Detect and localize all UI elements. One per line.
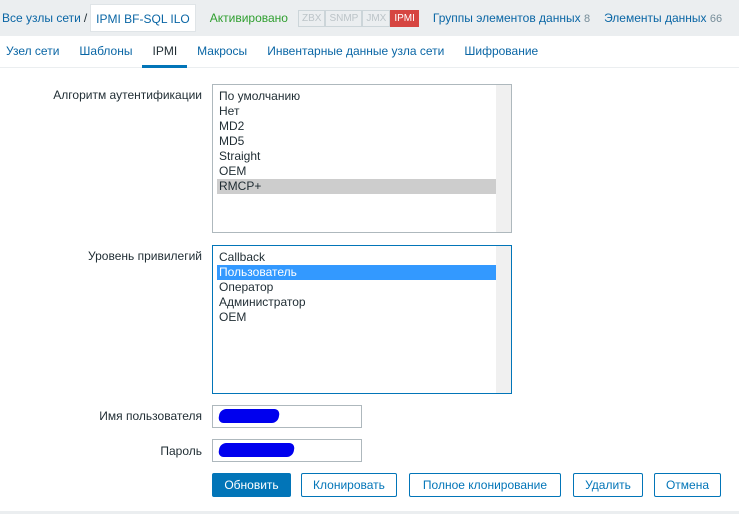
tab-host[interactable]: Узел сети	[0, 36, 69, 68]
tag-zbx: ZBX	[297, 9, 326, 27]
items-link[interactable]: Элементы данных 66	[604, 11, 722, 25]
tab-ipmi[interactable]: IPMI	[142, 36, 188, 68]
auth-option-rmcp-plus[interactable]: RMCP+	[217, 179, 497, 194]
scrollbar[interactable]	[496, 246, 511, 393]
items-count: 66	[709, 13, 723, 25]
auth-option-straight[interactable]: Straight	[217, 149, 497, 164]
priv-option-admin[interactable]: Администратор	[217, 295, 497, 310]
priv-option-operator[interactable]: Оператор	[217, 280, 497, 295]
auth-option-oem[interactable]: OEM	[217, 164, 497, 179]
tag-jmx: JMX	[362, 9, 391, 27]
password-input[interactable]	[212, 439, 362, 462]
clone-button[interactable]: Клонировать	[301, 473, 397, 497]
breadcrumb-separator: /	[83, 11, 88, 25]
scrollbar[interactable]	[496, 85, 511, 232]
item-groups-link[interactable]: Группы элементов данных 8	[433, 11, 590, 25]
privilege-level-listbox[interactable]: Callback Пользователь Оператор Администр…	[212, 245, 512, 394]
auth-algorithm-label: Алгоритм аутентификации	[53, 88, 202, 102]
update-button[interactable]: Обновить	[212, 473, 291, 497]
tag-ipmi: IPMI	[390, 9, 419, 27]
full-clone-button[interactable]: Полное клонирование	[409, 473, 561, 497]
auth-option-md5[interactable]: MD5	[217, 134, 497, 149]
auth-option-default[interactable]: По умолчанию	[217, 89, 497, 104]
availability-tags: ZBX SNMP JMX IPMI	[297, 9, 419, 27]
tab-templates[interactable]: Шаблоны	[69, 36, 142, 68]
redaction-scribble	[217, 443, 296, 457]
auth-option-none[interactable]: Нет	[217, 104, 497, 119]
priv-option-user[interactable]: Пользователь	[217, 265, 497, 280]
priv-option-oem[interactable]: OEM	[217, 310, 497, 325]
breadcrumb-current-host[interactable]: IPMI BF-SQL ILO	[90, 4, 196, 32]
items-label: Элементы данных	[604, 11, 707, 25]
tab-bar: Узел сети Шаблоны IPMI Макросы Инвентарн…	[0, 36, 739, 68]
host-header: Все узлы сети / IPMI BF-SQL ILO Активиро…	[0, 0, 739, 36]
username-input[interactable]	[212, 405, 362, 428]
status-enabled[interactable]: Активировано	[210, 11, 288, 25]
tag-snmp: SNMP	[325, 9, 363, 27]
privilege-level-label: Уровень привилегий	[88, 249, 202, 263]
item-groups-label: Группы элементов данных	[432, 11, 581, 25]
breadcrumb-all-hosts[interactable]: Все узлы сети	[2, 11, 81, 25]
redaction-scribble	[217, 409, 281, 423]
priv-option-callback[interactable]: Callback	[217, 250, 497, 265]
delete-button[interactable]: Удалить	[573, 473, 643, 497]
auth-option-md2[interactable]: MD2	[217, 119, 497, 134]
tab-inventory[interactable]: Инвентарные данные узла сети	[257, 36, 454, 68]
tab-encryption[interactable]: Шифрование	[454, 36, 548, 68]
tab-macros[interactable]: Макросы	[187, 36, 257, 68]
auth-algorithm-listbox[interactable]: По умолчанию Нет MD2 MD5 Straight OEM RM…	[212, 84, 512, 233]
item-groups-count: 8	[583, 13, 591, 25]
username-label: Имя пользователя	[99, 409, 202, 423]
password-label: Пароль	[160, 444, 202, 458]
cancel-button[interactable]: Отмена	[654, 473, 721, 497]
